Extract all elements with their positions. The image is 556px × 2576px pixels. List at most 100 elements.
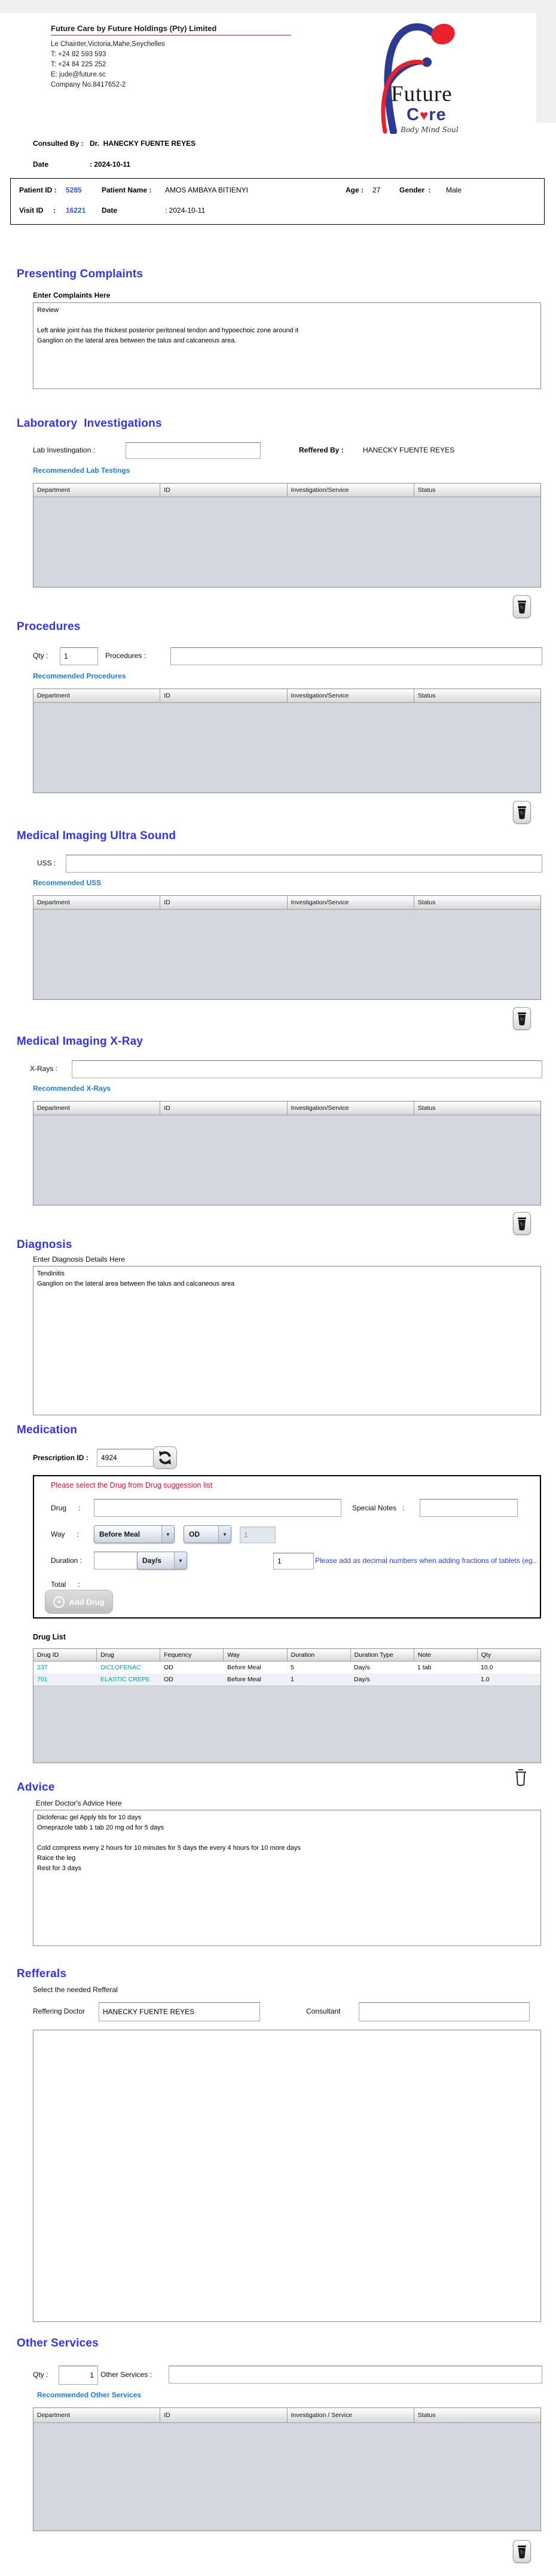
refferals-list-box[interactable] [33, 2030, 541, 2322]
col-department: Department [33, 484, 161, 497]
lab-investigation-input[interactable] [126, 442, 261, 459]
col-drug-id: Drug ID [33, 1649, 97, 1661]
duration-input[interactable] [94, 1552, 138, 1570]
drug-list-label: Drug List [33, 1633, 66, 1641]
col-status: Status [417, 487, 436, 494]
recommended-procedures-link[interactable]: Recommended Procedures [33, 672, 126, 680]
recommended-other-services-link[interactable]: Recommended Other Services [37, 2391, 141, 2399]
recommended-lab-link[interactable]: Recommended Lab Testings [33, 466, 130, 475]
company-number: Company No.8417652-2 [51, 81, 126, 88]
duration-label: Duration : [51, 1556, 83, 1565]
clear-procedures-button[interactable]: ↻ [513, 801, 531, 824]
advice-textarea[interactable]: Diclofenac gel Apply tds for 10 days Ome… [33, 1810, 541, 1946]
trash-icon: ↻ [518, 1217, 526, 1231]
logo-word-future: Future [391, 82, 453, 106]
col-way: Way [224, 1649, 288, 1661]
recommended-uss-link[interactable]: Recommended USS [33, 879, 101, 887]
procedures-qty-input[interactable] [60, 647, 98, 665]
procedures-qty-label: Qty : [33, 651, 48, 660]
lab-table: Department ID Investigation/Service Stat… [33, 483, 541, 588]
add-drug-label: Add Drug [69, 1597, 105, 1607]
section-title-complaints: Presenting Complaints [17, 268, 143, 280]
refresh-prescription-button[interactable] [153, 1446, 177, 1469]
col-status: Status [417, 2412, 436, 2419]
drug-row-frequency: OD [164, 1676, 173, 1683]
section-title-refferals: Refferals [17, 1968, 67, 1980]
col-drug: Drug [97, 1649, 161, 1661]
special-notes-input[interactable] [420, 1499, 518, 1517]
reffering-doctor-input[interactable] [99, 2002, 260, 2021]
dose-input [240, 1526, 276, 1543]
refresh-icon [159, 1451, 171, 1464]
logo-care-c: C [407, 105, 420, 124]
drug-row-name[interactable]: DICLOFENAC [97, 1662, 160, 1674]
col-department: Department [33, 1102, 161, 1115]
col-duration: Duration [288, 1649, 351, 1661]
clear-other-services-button[interactable]: ↻ [513, 2540, 531, 2563]
dropdown-arrow-icon: ▼ [174, 1552, 187, 1569]
total-label: Total : [51, 1580, 80, 1589]
diagnosis-textarea[interactable]: Tendinitis Ganglion on the lateral area … [33, 1266, 541, 1415]
drug-row-name[interactable]: ELASTIC CREPE [97, 1674, 160, 1685]
patient-info-box: Patient ID : 5285 Patient Name : AMOS AM… [10, 178, 545, 225]
recommended-xray-link[interactable]: Recommended X-Rays [33, 1084, 111, 1093]
refferals-label: Select the needed Refferal [33, 1985, 118, 1994]
gender-label: Gender : [399, 186, 431, 194]
xray-input-label: X-Rays : [30, 1064, 58, 1073]
company-phone2: T: +24 84 225 252 [51, 61, 106, 68]
gender-value: Male [446, 186, 462, 194]
drug-row[interactable]: 237 DICLOFENAC OD Before Meal 5 Day/s 1 … [33, 1662, 540, 1674]
duration-type-select[interactable]: Day/s ▼ [137, 1552, 187, 1570]
consultant-label: Consultant [306, 2007, 341, 2015]
svg-text:↻: ↻ [520, 810, 524, 816]
duration-type-select-value: Day/s [142, 1556, 162, 1565]
trash-icon: ↻ [518, 2546, 526, 2559]
col-id: ID [160, 896, 288, 909]
other-qty-input[interactable] [59, 2366, 98, 2385]
col-status: Status [417, 899, 436, 906]
clear-advice-button[interactable] [511, 1764, 531, 1791]
lab-referred-by-label: Reffered By : [299, 446, 344, 454]
other-qty-label: Qty : [33, 2370, 48, 2379]
section-title-procedures: Procedures [17, 620, 81, 633]
complaints-textarea[interactable]: Review Left ankle joint has the thickest… [33, 302, 541, 389]
uss-input[interactable] [66, 855, 542, 873]
dropdown-arrow-icon: ▼ [218, 1526, 231, 1543]
clear-xray-button[interactable]: ↻ [513, 1212, 531, 1235]
frequency-select[interactable]: OD ▼ [184, 1525, 231, 1543]
section-title-advice: Advice [17, 1781, 55, 1794]
prescription-id-input[interactable] [97, 1449, 154, 1467]
prescription-id-label: Prescription ID : [33, 1454, 88, 1462]
patient-name-label: Patient Name : [102, 186, 152, 194]
way-select-value: Before Meal [99, 1530, 140, 1538]
clear-lab-button[interactable]: ↻ [513, 595, 531, 618]
tablet-qty-input[interactable] [273, 1553, 314, 1570]
other-services-table: Department ID Investigation / Service St… [33, 2407, 541, 2531]
consultant-input[interactable] [359, 2002, 530, 2021]
xray-table-header: Department ID Investigation/Service Stat… [33, 1102, 540, 1115]
xray-input[interactable] [72, 1060, 542, 1078]
logo-word-care: C♥re [407, 105, 447, 125]
drug-list-empty-area [33, 1685, 540, 1763]
drug-row-note: 1 tab [417, 1664, 432, 1671]
other-services-table-header: Department ID Investigation / Service St… [33, 2408, 540, 2423]
drug-row-id: 237 [37, 1664, 48, 1671]
section-title-other-services: Other Services [17, 2337, 99, 2349]
drug-row-id: 701 [37, 1676, 48, 1683]
drug-row-duration-type: Day/s [354, 1676, 370, 1683]
clear-uss-button[interactable]: ↻ [513, 1007, 531, 1030]
drug-row[interactable]: 701 ELASTIC CREPE OD Before Meal 1 Day/s… [33, 1674, 540, 1685]
other-services-input[interactable] [169, 2366, 542, 2384]
section-title-medication: Medication [17, 1424, 78, 1436]
col-investigation: Investigation/Service [288, 689, 414, 702]
col-id: ID [160, 2408, 288, 2422]
way-select[interactable]: Before Meal ▼ [94, 1525, 175, 1543]
trash-icon: ↻ [518, 601, 526, 614]
trash-outline-icon [515, 1769, 526, 1786]
add-drug-button[interactable]: + Add Drug [45, 1590, 113, 1614]
procedures-input[interactable] [170, 647, 542, 665]
uss-table: Department ID Investigation/Service Stat… [33, 895, 541, 1000]
lab-input-label: Lab Investingation : [33, 446, 96, 454]
drug-input[interactable] [94, 1499, 341, 1517]
col-department: Department [33, 896, 161, 909]
